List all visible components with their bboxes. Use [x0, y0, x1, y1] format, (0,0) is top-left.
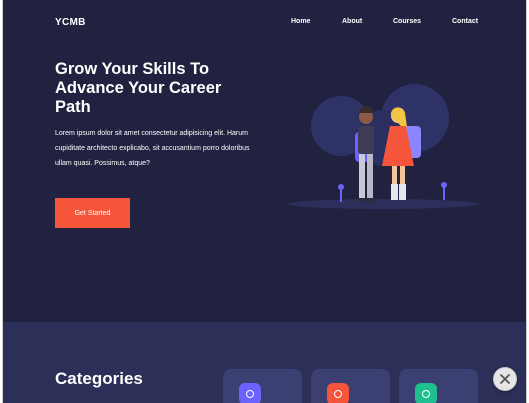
- category-icon: [239, 383, 261, 403]
- nav-link-about[interactable]: About: [342, 18, 362, 25]
- right-lamp-top: [441, 182, 447, 188]
- hero-title: Grow Your Skills To Advance Your Career …: [55, 60, 222, 116]
- left-shoe-1: [356, 198, 366, 202]
- left-lamp-top: [338, 184, 344, 190]
- category-icon: [415, 383, 437, 403]
- left-shoe-2: [366, 198, 376, 202]
- page-frame: YCMB Home About Courses Contact Grow You…: [2, 0, 527, 403]
- category-card-1[interactable]: [223, 369, 302, 403]
- category-card-3[interactable]: [399, 369, 478, 403]
- category-card-2[interactable]: [311, 369, 390, 403]
- ground-shadow: [288, 199, 478, 209]
- hero-section: YCMB Home About Courses Contact Grow You…: [3, 0, 526, 322]
- students-illustration: [283, 76, 483, 216]
- categories-section: Categories: [3, 322, 526, 403]
- get-started-button[interactable]: Get Started: [55, 198, 130, 228]
- left-leg-2: [367, 154, 373, 200]
- categories-title: Categories: [55, 369, 143, 388]
- right-boot-2: [399, 184, 406, 200]
- right-boot-1: [391, 184, 398, 200]
- students-illustration-svg: [288, 84, 478, 209]
- close-button[interactable]: [493, 367, 517, 391]
- nav-link-courses[interactable]: Courses: [393, 18, 421, 25]
- right-lamp-stem: [443, 186, 445, 200]
- left-shirt: [358, 126, 374, 154]
- nav-link-home[interactable]: Home: [291, 18, 310, 25]
- left-leg-1: [359, 154, 365, 200]
- category-icon: [327, 383, 349, 403]
- main-nav: Home About Courses Contact: [3, 18, 526, 30]
- hero-description: Lorem ipsum dolor sit amet consectetur a…: [55, 130, 250, 167]
- nav-link-contact[interactable]: Contact: [452, 18, 478, 25]
- left-lamp-stem: [340, 188, 342, 202]
- close-icon: [500, 374, 510, 384]
